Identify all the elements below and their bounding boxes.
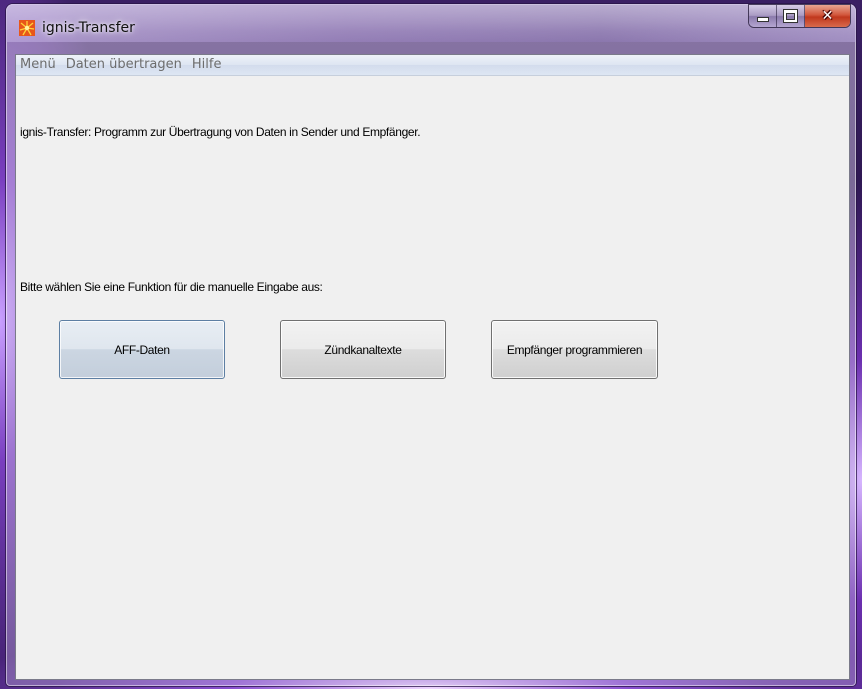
minimize-icon: [757, 18, 768, 21]
title-bar[interactable]: ignis-Transfer ✕: [6, 4, 856, 42]
window-title: ignis-Transfer: [42, 20, 135, 36]
ignis-sunburst-icon: [19, 20, 35, 36]
caption-buttons: ✕: [749, 5, 850, 27]
client-area: Menü Daten übertragen Hilfe ignis-Transf…: [15, 54, 850, 680]
maximize-icon: [784, 10, 797, 22]
close-icon: ✕: [821, 8, 834, 24]
prompt-label: Bitte wählen Sie eine Funktion für die m…: [20, 280, 323, 294]
close-button[interactable]: ✕: [805, 5, 850, 27]
empfaenger-programmieren-button[interactable]: Empfänger programmieren: [491, 320, 658, 379]
zuendkanaltexte-button[interactable]: Zündkanaltexte: [280, 320, 446, 379]
menu-item-menu[interactable]: Menü: [16, 55, 61, 75]
menu-item-daten-uebertragen[interactable]: Daten übertragen: [61, 55, 187, 75]
minimize-button[interactable]: [749, 5, 777, 27]
menu-item-hilfe[interactable]: Hilfe: [187, 55, 227, 75]
intro-label: ignis-Transfer: Programm zur Übertragung…: [20, 125, 421, 139]
menu-bar: Menü Daten übertragen Hilfe: [16, 55, 849, 76]
maximize-button[interactable]: [777, 5, 805, 27]
aff-daten-button[interactable]: AFF-Daten: [59, 320, 225, 379]
app-window: ignis-Transfer ✕ Menü Daten übertragen H…: [6, 4, 856, 686]
